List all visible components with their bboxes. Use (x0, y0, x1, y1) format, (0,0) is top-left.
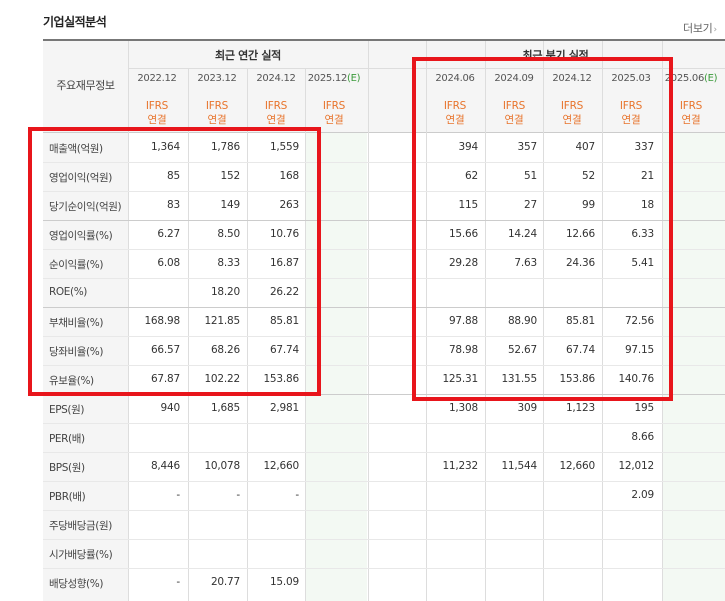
highlight-box-quarter (412, 57, 673, 401)
row-label: 주당배당금(원) (49, 520, 112, 532)
row-label: BPS(원) (49, 462, 85, 474)
table-cell: - (295, 489, 299, 501)
ifrs-consolidated: 연결 (207, 114, 227, 126)
annual-period-header: 2025.12(E) (305, 73, 363, 84)
row-divider (43, 510, 725, 511)
highlight-box-annual (28, 127, 321, 396)
period-label: 2025.12 (307, 73, 348, 84)
ifrs-consolidated: 연결 (147, 114, 167, 126)
row-label: PBR(배) (49, 491, 86, 503)
row-divider (43, 423, 725, 424)
ifrs-consolidated: 연결 (324, 114, 344, 126)
row-divider (43, 481, 725, 482)
row-divider (43, 539, 725, 540)
table-cell: 2,981 (269, 402, 299, 414)
section-title: 기업실적분석 (43, 15, 107, 29)
row-label: PER(배) (49, 433, 85, 445)
table-cell: 12,660 (559, 460, 595, 472)
ifrs-standard: IFRS (264, 100, 288, 112)
ifrs-label: IFRS 연결 (305, 99, 363, 127)
table-cell: 1,685 (210, 402, 240, 414)
row-label: 시가배당률(%) (49, 549, 113, 561)
table-cell: 940 (160, 402, 181, 414)
estimate-marker: (E) (704, 73, 718, 84)
table-cell: 195 (634, 402, 655, 414)
period-label: 2023.12 (197, 73, 237, 84)
table-cell: 15.09 (269, 576, 299, 588)
annual-period-header: 2022.12 (128, 73, 186, 84)
table-cell: 8,446 (150, 460, 180, 472)
table-cell: - (176, 576, 180, 588)
row-divider (43, 452, 725, 453)
table-cell: 20.77 (210, 576, 240, 588)
row-label: EPS(원) (49, 404, 85, 416)
annual-group-title: 최근 연간 실적 (215, 49, 281, 62)
table-cell: 1,308 (448, 402, 478, 414)
table-cell: - (176, 489, 180, 501)
column-divider (368, 41, 369, 601)
annual-period-header: 2023.12 (188, 73, 246, 84)
annual-period-header: 2024.12 (247, 73, 305, 84)
table-cell: 2.09 (631, 489, 654, 501)
table-cell: 309 (517, 402, 538, 414)
ifrs-consolidated: 연결 (266, 114, 286, 126)
row-label: 배당성향(%) (49, 578, 104, 590)
more-link-label: 더보기 (683, 22, 713, 35)
period-label: 2022.12 (137, 73, 177, 84)
table-cell: 11,232 (442, 460, 478, 472)
chevron-right-icon: › (713, 25, 717, 35)
ifrs-label: IFRS 연결 (188, 99, 246, 127)
row-divider (43, 568, 725, 569)
ifrs-label: IFRS 연결 (128, 99, 186, 127)
table-cell: 10,078 (204, 460, 240, 472)
table-cell: 12,660 (263, 460, 299, 472)
table-cell: 11,544 (501, 460, 537, 472)
more-link[interactable]: 더보기› (683, 20, 717, 36)
annual-group-rule (128, 68, 368, 69)
period-label: 2024.12 (256, 73, 296, 84)
ifrs-standard: IFRS (322, 100, 346, 112)
ifrs-label: IFRS 연결 (247, 99, 305, 127)
estimate-marker: (E) (347, 73, 361, 84)
ifrs-standard: IFRS (205, 100, 229, 112)
table-cell: 8.66 (631, 431, 654, 443)
table-cell: - (236, 489, 240, 501)
table-cell: 12,012 (618, 460, 654, 472)
ifrs-standard: IFRS (145, 100, 169, 112)
table-cell: 1,123 (565, 402, 595, 414)
main-label: 주요재무정보 (56, 79, 115, 92)
